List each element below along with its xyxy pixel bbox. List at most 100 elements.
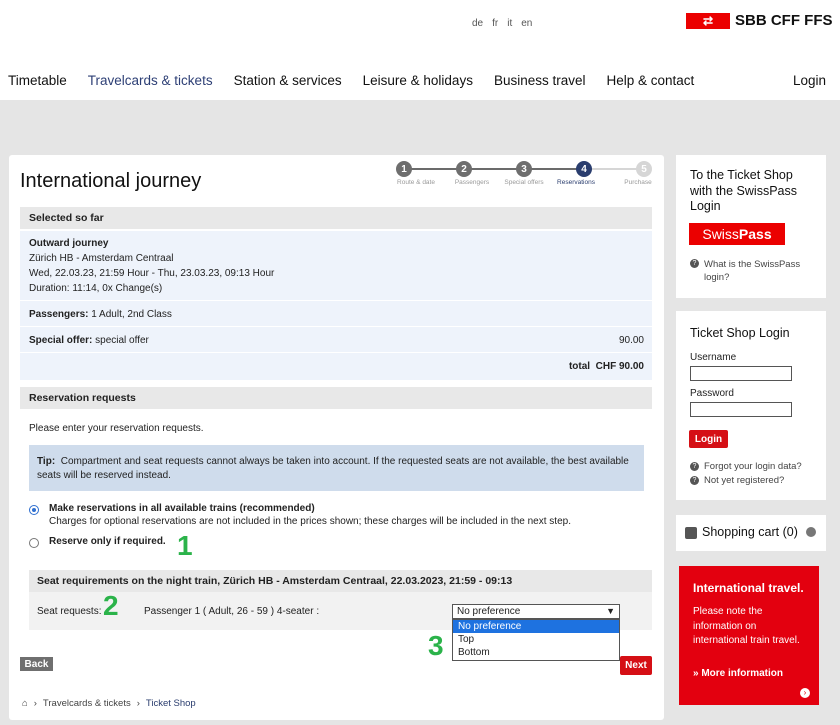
breadcrumb-travelcards[interactable]: Travelcards & tickets xyxy=(43,698,131,709)
special-offer-row: Special offer: special offer xyxy=(29,335,149,346)
passenger-seat-text: Passenger 1 ( Adult, 26 - 59 ) 4-seater … xyxy=(144,606,320,617)
promo-text: Please note the information on internati… xyxy=(693,606,800,646)
step-line-done xyxy=(402,168,587,170)
step-2-label: Passengers xyxy=(454,179,490,186)
nav-travelcards-tickets[interactable]: Travelcards & tickets xyxy=(88,73,213,88)
special-offer-value: special offer xyxy=(95,335,149,346)
seat-preference-select[interactable]: No preference ▼ xyxy=(452,604,620,619)
option-bottom[interactable]: Bottom xyxy=(453,646,619,659)
sbb-arrows-icon: ⇄ xyxy=(686,12,730,29)
option-reserve-all-title: Make reservations in all available train… xyxy=(49,503,315,514)
arrow-right-circle-icon[interactable]: › xyxy=(800,688,810,698)
back-button[interactable]: Back xyxy=(20,657,53,671)
reservation-heading: Reservation requests xyxy=(20,387,652,409)
promo-more-link[interactable]: » More information xyxy=(693,668,783,679)
option-top[interactable]: Top xyxy=(453,633,619,646)
plus-circle-icon[interactable] xyxy=(806,527,816,537)
step-1[interactable]: 1 xyxy=(396,161,412,177)
cart-icon xyxy=(685,527,697,539)
swisspass-logo-swiss: Swiss xyxy=(702,226,739,242)
nav-station-services[interactable]: Station & services xyxy=(234,73,342,88)
forgot-login-text: Forgot your login data? xyxy=(704,461,802,472)
register-link[interactable]: ? Not yet registered? xyxy=(690,475,784,486)
divider xyxy=(20,326,652,327)
step-3-label: Special offers xyxy=(504,179,544,186)
next-button[interactable]: Next xyxy=(620,656,652,675)
special-offer-price: 90.00 xyxy=(618,335,644,346)
breadcrumb-separator-icon: › xyxy=(33,698,37,709)
language-switcher: de fr it en xyxy=(472,18,532,29)
breadcrumb: ⌂ › Travelcards & tickets › Ticket Shop xyxy=(22,698,196,709)
passengers-label: Passengers: xyxy=(29,309,89,320)
tip-label: Tip: xyxy=(37,456,56,467)
step-4: 4 xyxy=(576,161,592,177)
radio-reserve-all[interactable] xyxy=(29,505,39,515)
tip-text: Compartment and seat requests cannot alw… xyxy=(37,456,629,481)
nav-help-contact[interactable]: Help & contact xyxy=(607,73,695,88)
username-label: Username xyxy=(690,352,737,363)
selected-heading: Selected so far xyxy=(20,207,652,229)
breadcrumb-separator-icon: › xyxy=(136,698,140,709)
divider xyxy=(20,352,652,353)
password-input[interactable] xyxy=(690,402,792,417)
chevron-down-icon: ▼ xyxy=(606,606,615,616)
lang-de[interactable]: de xyxy=(472,18,483,29)
forgot-login-link[interactable]: ? Forgot your login data? xyxy=(690,461,802,472)
nav-leisure-holidays[interactable]: Leisure & holidays xyxy=(363,73,473,88)
step-3[interactable]: 3 xyxy=(516,161,532,177)
swisspass-info-text: What is the SwissPass login? xyxy=(704,259,801,283)
shopping-cart-label: Shopping cart (0) xyxy=(702,525,798,539)
option-reserve-if-required-title: Reserve only if required. xyxy=(49,536,166,547)
annotation-1: 1 xyxy=(177,530,193,561)
page-title: International journey xyxy=(20,170,202,192)
duration-text: Duration: 11:14, 0x Change(s) xyxy=(29,283,163,294)
nav-login[interactable]: Login xyxy=(793,73,826,88)
nav-business-travel[interactable]: Business travel xyxy=(494,73,586,88)
radio-reserve-if-required[interactable] xyxy=(29,538,39,548)
lang-it[interactable]: it xyxy=(507,18,512,29)
promo-title: International travel. xyxy=(693,581,804,595)
username-input[interactable] xyxy=(690,366,792,381)
tip-box: Tip: Compartment and seat requests canno… xyxy=(29,445,644,491)
annotation-2: 2 xyxy=(103,590,119,621)
step-2[interactable]: 2 xyxy=(456,161,472,177)
ticket-shop-login-title: Ticket Shop Login xyxy=(690,326,790,340)
password-label: Password xyxy=(690,388,734,399)
step-5-label: Purchase xyxy=(624,179,652,186)
nav-timetable[interactable]: Timetable xyxy=(8,73,67,88)
divider xyxy=(20,300,652,301)
option-reserve-all-desc: Charges for optional reservations are no… xyxy=(49,516,571,527)
reservation-intro: Please enter your reservation requests. xyxy=(29,423,204,434)
select-value: No preference xyxy=(457,606,521,617)
lang-en[interactable]: en xyxy=(521,18,532,29)
seat-preference-dropdown: No preference Top Bottom xyxy=(452,619,620,661)
seat-requests-label: Seat requests: xyxy=(37,606,102,617)
swisspass-info-link[interactable]: ? What is the SwissPass login? xyxy=(690,258,814,284)
option-no-preference[interactable]: No preference xyxy=(453,620,619,633)
brand-name: SBB CFF FFS xyxy=(735,12,833,29)
question-icon: ? xyxy=(690,476,699,485)
total-value: CHF 90.00 xyxy=(595,361,644,372)
route-text: Zürich HB - Amsterdam Centraal xyxy=(29,253,174,264)
passengers-value: 1 Adult, 2nd Class xyxy=(91,309,172,320)
login-button[interactable]: Login xyxy=(689,430,728,448)
annotation-3: 3 xyxy=(428,630,444,661)
passengers-row: Passengers: 1 Adult, 2nd Class xyxy=(29,309,172,320)
progress-steps: 1 2 3 4 5 Route & date Passengers Specia… xyxy=(392,161,658,191)
main-nav: Timetable Travelcards & tickets Station … xyxy=(8,73,715,88)
step-1-label: Route & date xyxy=(397,179,435,186)
total-label: total xyxy=(568,361,591,372)
swisspass-title: To the Ticket Shop with the SwissPass Lo… xyxy=(690,168,797,213)
question-icon: ? xyxy=(690,259,699,268)
home-icon[interactable]: ⌂ xyxy=(22,698,28,709)
question-icon: ? xyxy=(690,462,699,471)
total-row: total CHF 90.00 xyxy=(569,361,644,372)
special-offer-label: Special offer: xyxy=(29,335,93,346)
register-text: Not yet registered? xyxy=(704,475,785,486)
sbb-logo[interactable]: ⇄ SBB CFF FFS xyxy=(686,12,833,29)
step-4-label: Reservations xyxy=(557,179,595,186)
breadcrumb-ticket-shop: Ticket Shop xyxy=(145,698,196,709)
swisspass-login-button[interactable]: Swiss Pass xyxy=(689,223,785,245)
lang-fr[interactable]: fr xyxy=(492,18,498,29)
seat-requirements-heading: Seat requirements on the night train, Zü… xyxy=(29,570,652,592)
